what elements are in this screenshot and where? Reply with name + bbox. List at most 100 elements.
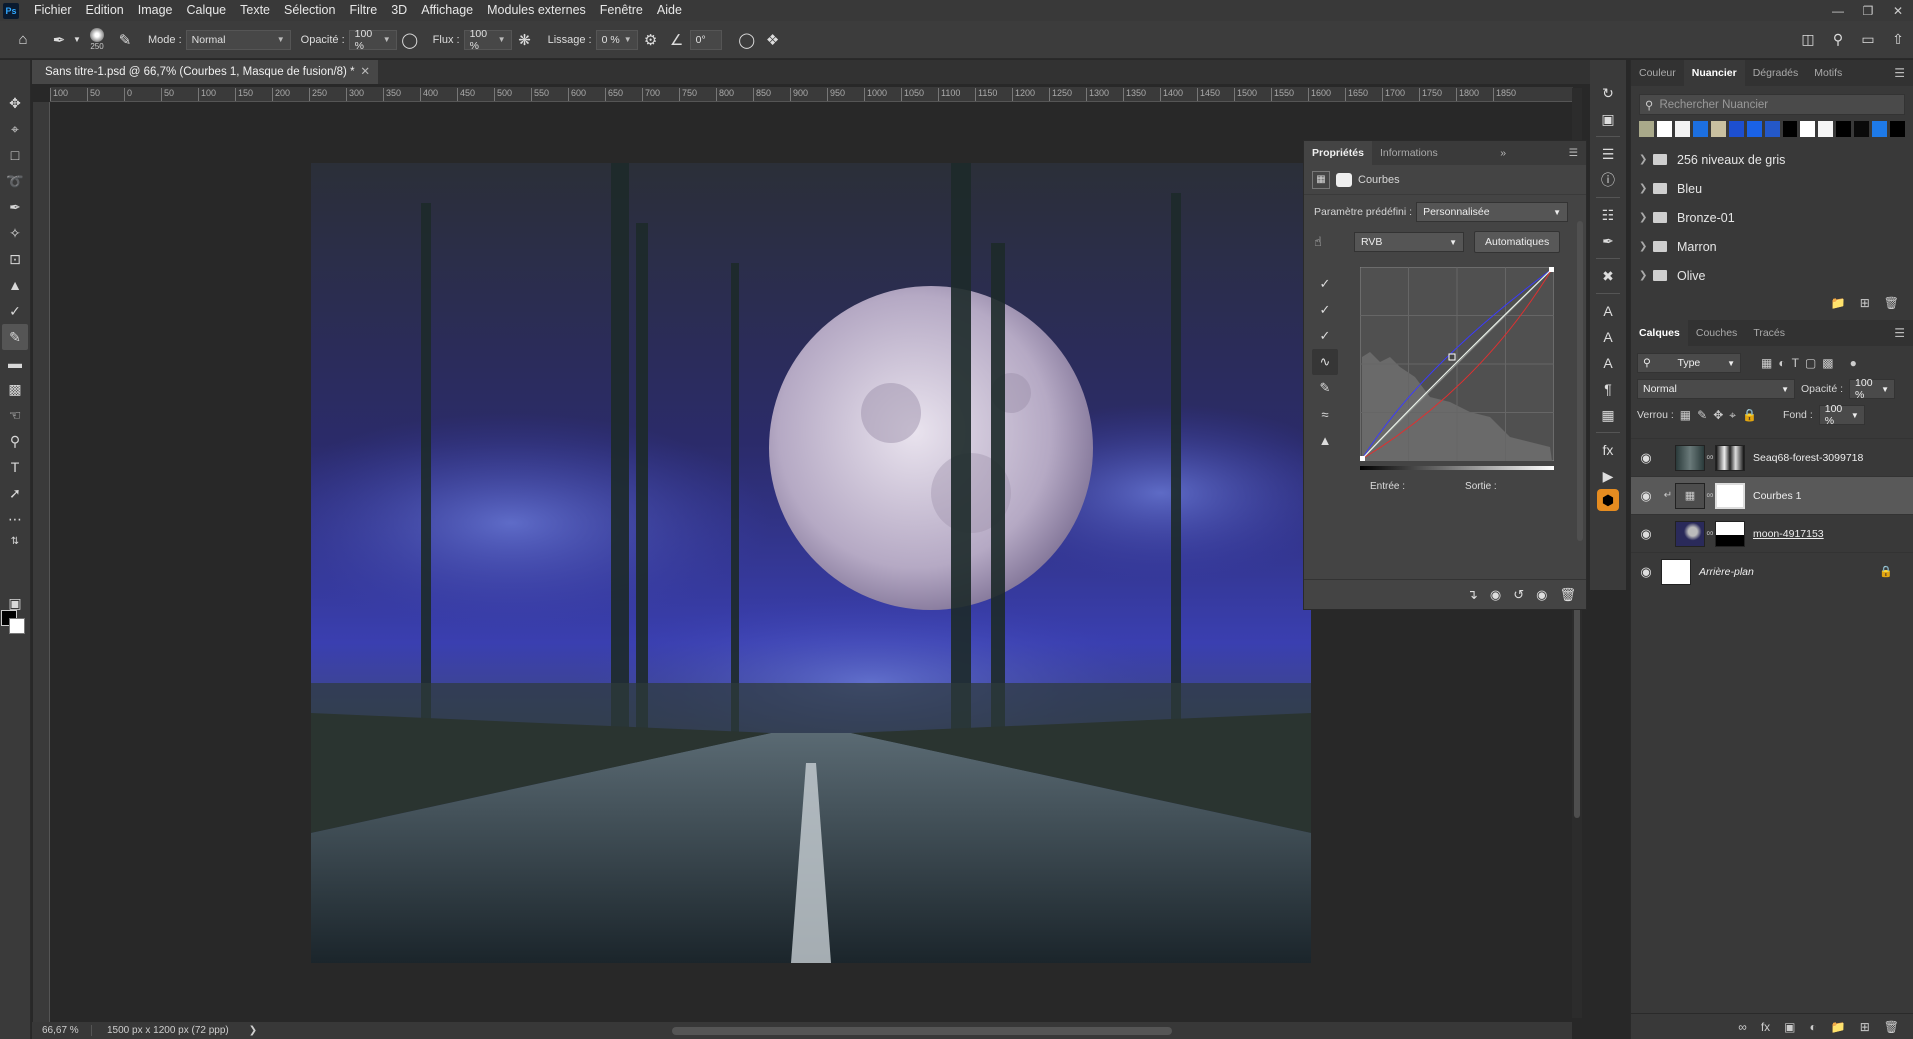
menu-image[interactable]: Image xyxy=(131,0,180,21)
curves-adjustment-icon[interactable]: ▦ xyxy=(1312,170,1330,189)
chevron-down-icon[interactable]: ▼ xyxy=(72,35,82,44)
dodge-tool-icon[interactable]: ⚲ xyxy=(2,428,28,454)
color-swatch[interactable] xyxy=(1692,121,1708,137)
panel-menu-icon[interactable]: ☰ xyxy=(1894,66,1905,80)
pen-tool-icon[interactable]: ✒ xyxy=(2,194,28,220)
character-icon[interactable]: A xyxy=(1594,298,1622,324)
visibility-icon[interactable]: ◉ xyxy=(1536,587,1547,603)
visibility-eye-icon[interactable]: ◉ xyxy=(1631,488,1661,504)
search-icon[interactable]: ⚲ xyxy=(1823,31,1853,48)
tab-calques[interactable]: Calques xyxy=(1631,320,1688,346)
delete-icon[interactable]: 🗑 xyxy=(1884,1020,1899,1034)
adjustment-layer-icon[interactable]: ◐ xyxy=(1810,1020,1817,1034)
mask-icon[interactable] xyxy=(1336,172,1352,187)
delete-icon[interactable]: 🗑 xyxy=(1884,296,1899,310)
menu-modules-externes[interactable]: Modules externes xyxy=(480,0,593,21)
menu-calque[interactable]: Calque xyxy=(180,0,234,21)
mask-thumbnail[interactable] xyxy=(1715,520,1745,547)
zoom-level[interactable]: 66,67 % xyxy=(32,1025,92,1036)
new-group-icon[interactable]: 📁 xyxy=(1831,1020,1846,1034)
lock-icon[interactable]: 🔒 xyxy=(1879,565,1893,578)
auto-button[interactable]: Automatiques xyxy=(1474,231,1561,253)
tools-presets-icon[interactable]: ✖ xyxy=(1594,263,1622,289)
background-color-swatch[interactable] xyxy=(9,618,25,634)
lock-transparency-icon[interactable]: ▦ xyxy=(1680,408,1691,422)
info-icon[interactable]: ⓘ xyxy=(1594,167,1622,193)
gradient-tool-icon[interactable]: ▩ xyxy=(2,376,28,402)
swatch-search-input[interactable]: ⚲ Rechercher Nuancier xyxy=(1639,94,1905,115)
preset-select[interactable]: Personnalisée ▼ xyxy=(1416,202,1569,222)
lasso-tool-icon[interactable]: ➰ xyxy=(2,168,28,194)
canvas-horizontal-scrollbar[interactable] xyxy=(672,1027,1172,1035)
reset-icon[interactable]: ↺ xyxy=(1513,587,1524,603)
layer-filter-select[interactable]: ⚲ Type ▼ xyxy=(1637,353,1741,373)
swatch-folder[interactable]: ❯ Bleu xyxy=(1631,174,1913,203)
layer-opacity-input[interactable]: 100 % ▼ xyxy=(1849,377,1896,401)
gear-icon[interactable]: ⚙ xyxy=(638,31,664,49)
gray-point-eyedropper-icon[interactable]: ✓ xyxy=(1312,297,1338,323)
white-point-eyedropper-icon[interactable]: ✓ xyxy=(1312,323,1338,349)
swatch-folder[interactable]: ❯ Olive xyxy=(1631,261,1913,290)
menu-texte[interactable]: Texte xyxy=(233,0,277,21)
black-point-eyedropper-icon[interactable]: ✓ xyxy=(1312,271,1338,297)
fill-input[interactable]: 100 % ▼ xyxy=(1818,403,1865,427)
lock-position-icon[interactable]: ✥ xyxy=(1713,408,1723,422)
eraser-tool-icon[interactable]: ▬ xyxy=(2,350,28,376)
delete-icon[interactable]: 🗑 xyxy=(1559,587,1576,603)
move-tool-icon[interactable]: ✥ xyxy=(2,90,28,116)
menu-edition[interactable]: Edition xyxy=(79,0,131,21)
filter-toggle-icon[interactable]: ● xyxy=(1850,356,1857,370)
lock-pixels-icon[interactable]: ✎ xyxy=(1697,408,1707,422)
swap-colors-icon[interactable]: ⇅ xyxy=(2,532,28,550)
visibility-eye-icon[interactable]: ◉ xyxy=(1631,564,1661,580)
color-swatch[interactable] xyxy=(1674,121,1690,137)
properties-scrollbar[interactable] xyxy=(1577,221,1583,541)
layer-row[interactable]: ◉ ∞ moon-4917153 xyxy=(1631,514,1913,552)
color-swatch[interactable] xyxy=(1764,121,1780,137)
lock-artboard-icon[interactable]: ⌖ xyxy=(1729,408,1736,423)
frame-tool-icon[interactable]: ⊡ xyxy=(2,246,28,272)
menu-aide[interactable]: Aide xyxy=(650,0,689,21)
link-icon[interactable]: ∞ xyxy=(1705,452,1715,463)
document-tab[interactable]: Sans titre-1.psd @ 66,7% (Courbes 1, Mas… xyxy=(32,60,378,84)
visibility-eye-icon[interactable]: ◉ xyxy=(1631,526,1661,542)
filter-pixel-icon[interactable]: ▦ xyxy=(1761,356,1772,370)
workspace-icon[interactable]: ▭ xyxy=(1853,31,1883,48)
crop-tool-icon[interactable]: ⌖ xyxy=(2,116,28,142)
swatch-folder[interactable]: ❯ 256 niveaux de gris xyxy=(1631,145,1913,174)
filter-type-icon[interactable]: T xyxy=(1792,356,1799,370)
actions-icon[interactable]: ▣ xyxy=(1594,106,1622,132)
menu-fichier[interactable]: Fichier xyxy=(27,0,79,21)
color-swatch[interactable] xyxy=(1710,121,1726,137)
symmetry-icon[interactable]: ❖ xyxy=(760,31,786,49)
color-swatch[interactable] xyxy=(1728,121,1744,137)
clip-to-layer-icon[interactable]: ↴ xyxy=(1467,587,1478,603)
swatch-folder[interactable]: ❯ Bronze-01 xyxy=(1631,203,1913,232)
mode-select[interactable]: Normal ▼ xyxy=(185,29,291,50)
brush-tool-preset-icon[interactable]: ✒ xyxy=(46,31,72,49)
properties-icon[interactable]: ☰ xyxy=(1594,141,1622,167)
glyphs-icon[interactable]: A xyxy=(1594,350,1622,376)
filter-shape-icon[interactable]: ▢ xyxy=(1805,356,1816,370)
tab-couleur[interactable]: Couleur xyxy=(1631,60,1684,86)
flow-input[interactable]: 100 % ▼ xyxy=(463,28,512,52)
close-icon[interactable]: ✕ xyxy=(1883,4,1913,18)
panel-menu-icon[interactable]: ☰ xyxy=(1569,147,1578,159)
color-swatch[interactable] xyxy=(1890,121,1906,137)
tab-informations[interactable]: Informations xyxy=(1372,141,1446,165)
adjustments-icon[interactable]: ☷ xyxy=(1594,202,1622,228)
menu-affichage[interactable]: Affichage xyxy=(414,0,480,21)
eyedropper-tool-icon[interactable]: ✓ xyxy=(2,298,28,324)
menu-3d[interactable]: 3D xyxy=(384,0,414,21)
angle-input[interactable]: 0° xyxy=(689,29,722,50)
color-swatch[interactable] xyxy=(1746,121,1762,137)
tab-motifs[interactable]: Motifs xyxy=(1806,60,1850,86)
tab-nuancier[interactable]: Nuancier xyxy=(1683,60,1745,86)
restore-icon[interactable]: ❐ xyxy=(1853,4,1883,18)
brush-settings-icon[interactable]: ✒ xyxy=(1594,228,1622,254)
color-swatch[interactable] xyxy=(1818,121,1834,137)
path-selection-tool-icon[interactable]: ➚ xyxy=(2,480,28,506)
layer-row[interactable]: ◉ ∞ Seaq68-forest-3099718 xyxy=(1631,438,1913,476)
color-swatch[interactable] xyxy=(1836,121,1852,137)
tab-traces[interactable]: Tracés xyxy=(1745,320,1793,346)
